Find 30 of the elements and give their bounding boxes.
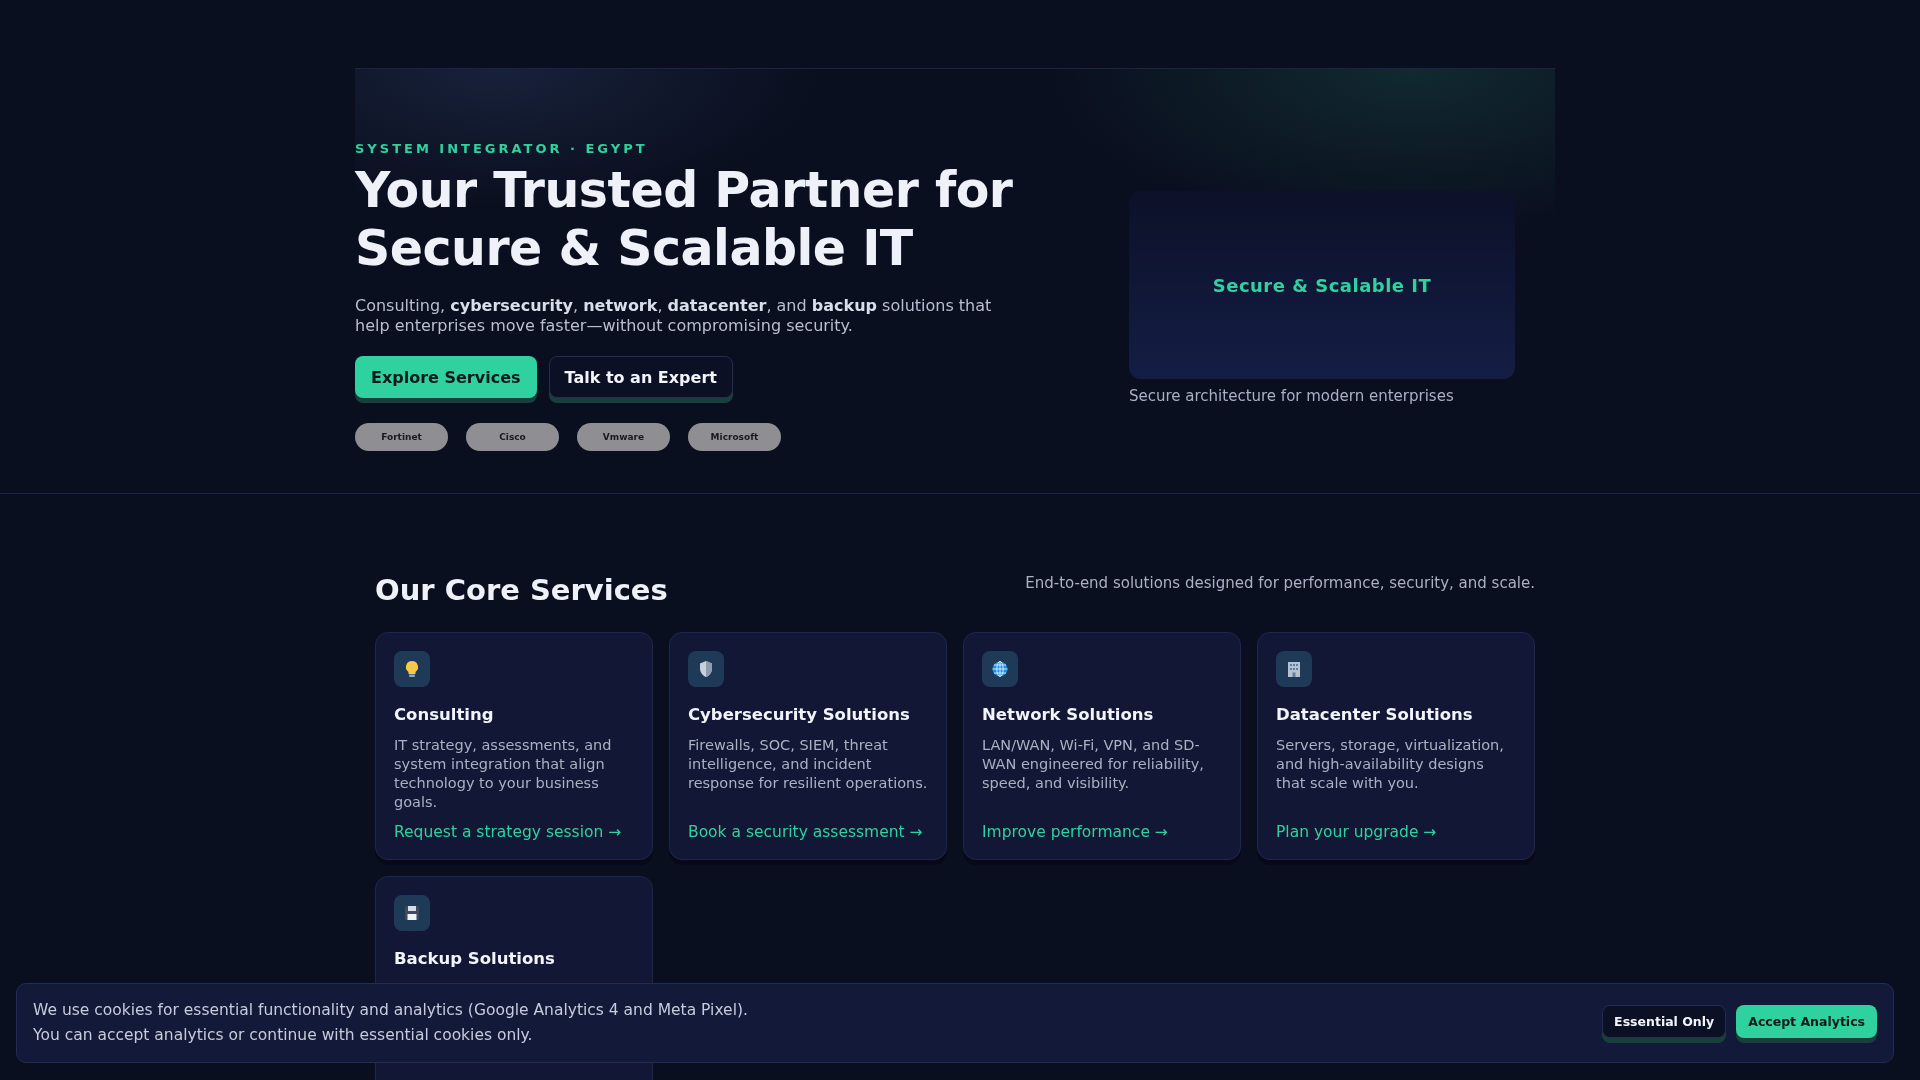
globe-icon	[991, 660, 1009, 678]
partner-badge: Vmware	[577, 423, 670, 451]
partner-badge: Fortinet	[355, 423, 448, 451]
card-title: Backup Solutions	[394, 949, 556, 968]
card-link[interactable]: Improve performance →	[982, 823, 1168, 841]
card-description: IT strategy, assessments, and system integration that align technology to your business goals.	[394, 736, 613, 812]
hero-description: Consulting, cybersecurity, network, datacenter, and backup solutions that help enterprises move faster—without compromising security.	[355, 296, 993, 336]
eyebrow-label: SYSTEM INTEGRATOR · EGYPT	[355, 141, 649, 156]
office-building-icon	[1286, 660, 1302, 678]
card-link[interactable]: Plan your upgrade →	[1276, 823, 1437, 841]
card-description: Servers, storage, virtualization, and high-availability designs that scale with you.	[1276, 736, 1505, 793]
visual-caption: Secure architecture for modern enterprises	[1129, 387, 1455, 405]
shield-icon	[698, 660, 714, 678]
card-title: Datacenter Solutions	[1276, 705, 1474, 724]
card-description: LAN/WAN, Wi-Fi, VPN, and SD-WAN engineered for reliability, speed, and visibility.	[982, 736, 1205, 793]
hero-title: Your Trusted Partner for Secure & Scalable IT	[355, 162, 1014, 278]
cookie-notice-text: You can accept analytics or continue with essential cookies only.	[33, 1025, 533, 1046]
card-link[interactable]: Request a strategy session →	[394, 823, 622, 841]
lightbulb-icon	[404, 660, 420, 678]
card-title: Consulting	[394, 705, 495, 724]
card-description: Firewalls, SOC, SIEM, threat intelligence, and incident response for resilient operations.	[688, 736, 928, 793]
section-title: Our Core Services	[375, 572, 668, 608]
partner-badge: Microsoft	[688, 423, 781, 451]
card-title: Cybersecurity Solutions	[688, 705, 911, 724]
card-title: Network Solutions	[982, 705, 1155, 724]
section-subtitle: End-to-end solutions designed for performance, security, and scale.	[1025, 574, 1535, 592]
partner-badge: Cisco	[466, 423, 559, 451]
hero-visual: Secure & Scalable IT	[1129, 191, 1515, 379]
cookie-notice-text: We use cookies for essential functionality and analytics (Google Analytics 4 and Meta Pixel).	[33, 1000, 748, 1021]
card-link[interactable]: Book a security assessment →	[688, 823, 923, 841]
